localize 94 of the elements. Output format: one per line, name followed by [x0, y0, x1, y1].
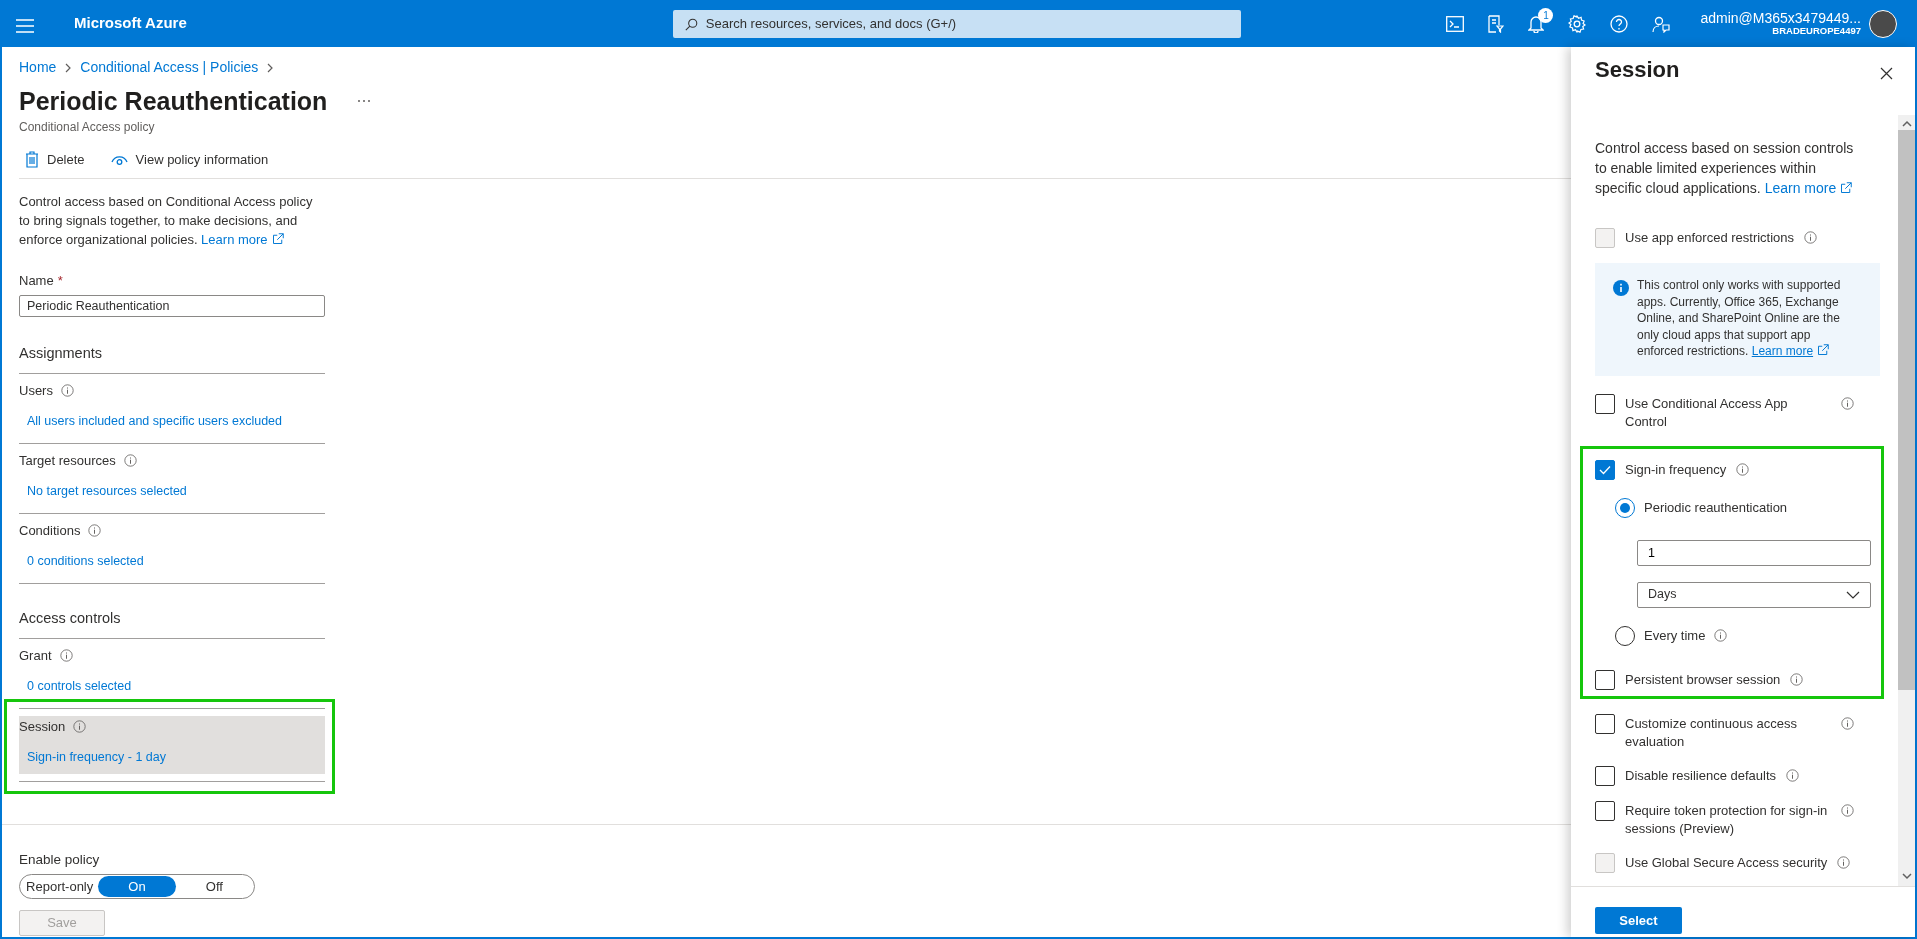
account-name[interactable]: admin@M365x3479449... — [1700, 10, 1861, 27]
number-input[interactable]: 1 — [1637, 539, 1871, 566]
assignment-item[interactable]: Conditions 0 conditions selected — [19, 513, 325, 584]
chevron-right-icon — [266, 61, 275, 74]
toggle-option[interactable]: On — [98, 876, 176, 897]
info-icon — [1714, 629, 1728, 642]
assignment-item[interactable]: Users All users included and specific users excluded — [19, 373, 325, 444]
item-label: Users — [19, 381, 53, 400]
checkbox[interactable] — [1595, 765, 1615, 786]
bell-icon[interactable] — [1528, 14, 1545, 33]
description-text: Control access based on Conditional Access policy to bring signals together, to make decisions, and enforce organizational policies. Learn more — [19, 192, 314, 249]
breadcrumb-link[interactable]: Home — [19, 57, 57, 78]
page-subtitle: Conditional Access policy — [19, 119, 156, 136]
external-link-icon — [271, 232, 284, 245]
checkmark-icon — [1599, 464, 1611, 475]
checkbox-label: Require token protection for sign-in sessions (Preview) — [1625, 801, 1829, 838]
checkbox-label: Use app enforced restrictions — [1625, 229, 1795, 247]
assignment-item[interactable]: Target resources No target resources selected — [19, 443, 325, 514]
tenant-name: BRADEUROPE4497 — [1771, 26, 1861, 37]
info-icon — [1736, 462, 1750, 476]
radio-label: Every time — [1644, 626, 1706, 645]
more-options-icon[interactable] — [357, 99, 372, 103]
unit-dropdown[interactable]: Days — [1637, 581, 1871, 608]
checkbox-label: Disable resilience defaults — [1625, 766, 1777, 785]
enable-policy-label: Enable policy — [19, 850, 101, 869]
learn-more-link[interactable]: Learn more — [1764, 180, 1853, 196]
checkbox-label: Use Conditional Access App Control — [1625, 394, 1789, 431]
checkbox-label: Use Global Secure Access security — [1625, 853, 1828, 872]
info-icon — [1841, 396, 1854, 410]
breadcrumb-link[interactable]: Conditional Access | Policies — [80, 57, 259, 78]
info-icon — [1613, 280, 1629, 296]
item-label: Session — [19, 717, 66, 736]
item-label: Conditions — [19, 521, 81, 540]
checkbox[interactable] — [1595, 459, 1615, 480]
info-icon — [73, 720, 87, 733]
assignment-item[interactable]: Grant 0 controls selected — [19, 638, 325, 699]
terminal-icon[interactable] — [1446, 15, 1465, 32]
checkbox-label: Persistent browser session — [1625, 670, 1781, 689]
info-icon — [1841, 803, 1854, 817]
learn-more-link[interactable]: Learn more — [1751, 344, 1830, 358]
chevron-down-icon — [1846, 590, 1860, 599]
item-value-link[interactable]: 0 controls selected — [27, 676, 325, 695]
item-label: Grant — [19, 646, 52, 665]
view-policy-information-button[interactable]: View policy information — [104, 148, 275, 172]
item-value-link[interactable]: Sign-in frequency - 1 day — [27, 747, 325, 766]
section-heading: Access controls — [19, 607, 325, 639]
radio-label: Periodic reauthentication — [1644, 498, 1788, 517]
required-mark: * — [57, 272, 63, 288]
directory-filter-icon[interactable] — [1488, 14, 1505, 33]
item-label: Target resources — [19, 451, 116, 470]
scrollbar-thumb[interactable] — [1898, 130, 1915, 690]
section-heading: Assignments — [19, 343, 325, 374]
info-icon — [1790, 672, 1804, 686]
avatar[interactable] — [1869, 9, 1897, 38]
info-icon — [1841, 716, 1854, 730]
panel-description: Control access based on session controls to enable limited experiences within specific cloud applications. Learn more — [1595, 139, 1855, 198]
item-value-link[interactable]: 0 conditions selected — [27, 551, 325, 570]
chevron-right-icon — [64, 61, 73, 74]
info-icon — [59, 649, 73, 662]
external-link-icon — [1840, 182, 1853, 194]
checkbox[interactable] — [1595, 713, 1615, 734]
help-icon[interactable] — [1610, 14, 1629, 33]
checkbox-label: Customize continuous access evaluation — [1625, 714, 1798, 751]
name-input[interactable]: Periodic Reauthentication — [19, 295, 325, 317]
external-link-icon — [1817, 344, 1830, 356]
delete-button[interactable]: Delete — [19, 148, 91, 172]
notification-count: 1 — [1538, 7, 1554, 23]
name-label: Name — [19, 272, 54, 288]
trash-icon — [25, 151, 39, 169]
eye-icon — [110, 153, 128, 166]
checkbox-label: Sign-in frequency — [1625, 460, 1727, 479]
toggle-option[interactable]: Report-only — [21, 876, 99, 897]
learn-more-link[interactable]: Learn more — [201, 231, 284, 247]
info-icon — [1786, 768, 1800, 782]
close-icon[interactable] — [1880, 67, 1893, 81]
search-field[interactable]: Search resources, services, and docs (G+/) — [672, 9, 1241, 38]
item-value-link[interactable]: No target resources selected — [27, 481, 325, 500]
info-icon — [88, 524, 102, 538]
brand-name[interactable]: Microsoft Azure — [74, 12, 187, 35]
checkbox[interactable] — [1595, 393, 1615, 414]
page-title: Periodic Reauthentication — [19, 86, 328, 116]
select-button[interactable]: Select — [1595, 907, 1682, 934]
info-icon — [1837, 855, 1851, 869]
notice-text: This control only works with supported apps. Currently, Office 365, Exchange Online, and SharePoint Online are the only cloud apps that support app enforced restrictions. Learn more — [1637, 277, 1842, 360]
info-icon — [1804, 231, 1818, 244]
feedback-person-icon[interactable] — [1652, 14, 1671, 33]
panel-title: Session — [1595, 57, 1680, 84]
item-value-link[interactable]: All users included and specific users excluded — [27, 411, 325, 430]
toggle-option[interactable]: Off — [175, 876, 253, 897]
checkbox[interactable] — [1595, 800, 1615, 821]
info-icon — [60, 384, 74, 398]
settings-icon[interactable] — [1568, 14, 1587, 33]
checkbox[interactable] — [1595, 669, 1615, 690]
info-icon — [123, 454, 137, 468]
